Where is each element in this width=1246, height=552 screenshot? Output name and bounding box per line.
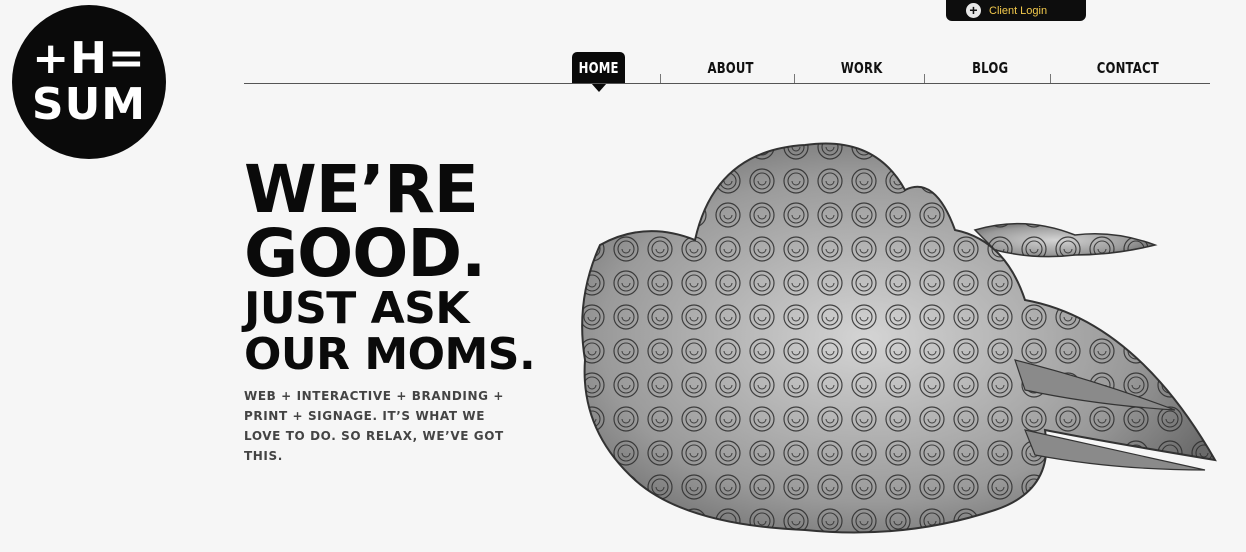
client-login-label: Client Login [989, 4, 1048, 17]
logo-line-2: SUM [31, 79, 147, 130]
headline-line-3: JUST ASK [244, 283, 469, 334]
nav-item-home[interactable]: HOME [572, 52, 625, 92]
plus-circle-icon: + [966, 3, 981, 18]
nav-item-contact[interactable]: CONTACT [1082, 52, 1174, 83]
hero-tagline: WEB + INTERACTIVE + BRANDING + PRINT + S… [244, 389, 505, 463]
swirl-cloud-illustration [581, 142, 1217, 534]
nav-divider [244, 83, 1210, 84]
headline-line-2: GOOD. [244, 215, 486, 292]
headline-line-4: OUR MOMS. [244, 329, 536, 380]
nav-item-blog[interactable]: BLOG [952, 52, 1028, 83]
nav-separator [1050, 74, 1051, 83]
nav-separator [924, 74, 925, 83]
nav-item-about[interactable]: ABOUT [690, 52, 772, 83]
nav-separator [660, 74, 661, 83]
headline-line-1: WE’RE [244, 151, 479, 228]
client-login-button[interactable]: + Client Login [946, 0, 1086, 21]
main-nav: HOME ABOUT WORK BLOG CONTACT [0, 52, 1246, 92]
hero-headline: WE’RE GOOD. JUST ASK OUR MOMS. [244, 151, 536, 380]
nav-separator [794, 74, 795, 83]
nav-item-work[interactable]: WORK [825, 52, 899, 83]
